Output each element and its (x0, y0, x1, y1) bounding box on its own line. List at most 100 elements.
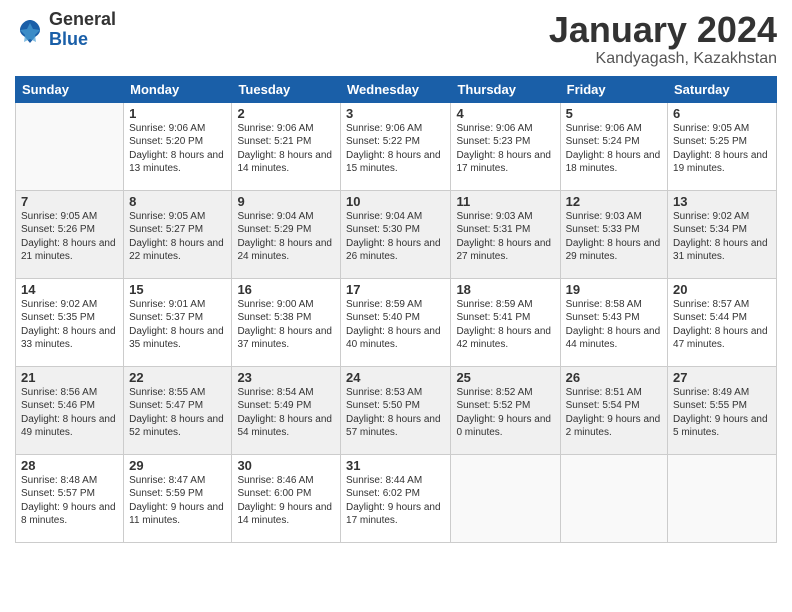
day-number: 19 (566, 282, 662, 297)
day-number: 22 (129, 370, 226, 385)
table-row: 25 Sunrise: 8:52 AM Sunset: 5:52 PM Dayl… (451, 366, 560, 454)
day-info: Sunrise: 8:48 AM Sunset: 5:57 PM Dayligh… (21, 474, 118, 528)
day-info: Sunrise: 8:54 AM Sunset: 5:49 PM Dayligh… (237, 386, 335, 440)
table-row (560, 454, 667, 542)
table-row (668, 454, 777, 542)
logo-blue: Blue (49, 30, 116, 50)
day-info: Sunrise: 9:06 AM Sunset: 5:21 PM Dayligh… (237, 122, 335, 176)
day-info: Sunrise: 8:51 AM Sunset: 5:54 PM Dayligh… (566, 386, 662, 440)
day-info: Sunrise: 9:00 AM Sunset: 5:38 PM Dayligh… (237, 298, 335, 352)
table-row: 21 Sunrise: 8:56 AM Sunset: 5:46 PM Dayl… (16, 366, 124, 454)
day-info: Sunrise: 9:04 AM Sunset: 5:30 PM Dayligh… (346, 210, 445, 264)
day-info: Sunrise: 9:04 AM Sunset: 5:29 PM Dayligh… (237, 210, 335, 264)
day-info: Sunrise: 9:06 AM Sunset: 5:24 PM Dayligh… (566, 122, 662, 176)
calendar-week-row: 14 Sunrise: 9:02 AM Sunset: 5:35 PM Dayl… (16, 278, 777, 366)
table-row: 9 Sunrise: 9:04 AM Sunset: 5:29 PM Dayli… (232, 190, 341, 278)
day-number: 5 (566, 106, 662, 121)
day-number: 3 (346, 106, 445, 121)
day-info: Sunrise: 8:53 AM Sunset: 5:50 PM Dayligh… (346, 386, 445, 440)
table-row: 8 Sunrise: 9:05 AM Sunset: 5:27 PM Dayli… (124, 190, 232, 278)
table-row: 27 Sunrise: 8:49 AM Sunset: 5:55 PM Dayl… (668, 366, 777, 454)
day-number: 28 (21, 458, 118, 473)
table-row: 4 Sunrise: 9:06 AM Sunset: 5:23 PM Dayli… (451, 102, 560, 190)
day-number: 7 (21, 194, 118, 209)
logo: General Blue (15, 10, 116, 50)
calendar-week-row: 28 Sunrise: 8:48 AM Sunset: 5:57 PM Dayl… (16, 454, 777, 542)
header-wednesday: Wednesday (341, 76, 451, 102)
day-number: 8 (129, 194, 226, 209)
day-info: Sunrise: 9:05 AM Sunset: 5:25 PM Dayligh… (673, 122, 771, 176)
day-number: 25 (456, 370, 554, 385)
table-row: 11 Sunrise: 9:03 AM Sunset: 5:31 PM Dayl… (451, 190, 560, 278)
day-info: Sunrise: 8:44 AM Sunset: 6:02 PM Dayligh… (346, 474, 445, 528)
table-row: 1 Sunrise: 9:06 AM Sunset: 5:20 PM Dayli… (124, 102, 232, 190)
day-number: 29 (129, 458, 226, 473)
day-number: 13 (673, 194, 771, 209)
table-row: 16 Sunrise: 9:00 AM Sunset: 5:38 PM Dayl… (232, 278, 341, 366)
day-number: 12 (566, 194, 662, 209)
table-row: 31 Sunrise: 8:44 AM Sunset: 6:02 PM Dayl… (341, 454, 451, 542)
day-info: Sunrise: 8:57 AM Sunset: 5:44 PM Dayligh… (673, 298, 771, 352)
day-number: 4 (456, 106, 554, 121)
table-row: 19 Sunrise: 8:58 AM Sunset: 5:43 PM Dayl… (560, 278, 667, 366)
table-row: 6 Sunrise: 9:05 AM Sunset: 5:25 PM Dayli… (668, 102, 777, 190)
day-info: Sunrise: 8:58 AM Sunset: 5:43 PM Dayligh… (566, 298, 662, 352)
day-info: Sunrise: 8:49 AM Sunset: 5:55 PM Dayligh… (673, 386, 771, 440)
day-number: 17 (346, 282, 445, 297)
calendar-week-row: 1 Sunrise: 9:06 AM Sunset: 5:20 PM Dayli… (16, 102, 777, 190)
day-number: 27 (673, 370, 771, 385)
table-row: 3 Sunrise: 9:06 AM Sunset: 5:22 PM Dayli… (341, 102, 451, 190)
day-number: 23 (237, 370, 335, 385)
day-number: 18 (456, 282, 554, 297)
calendar-table: Sunday Monday Tuesday Wednesday Thursday… (15, 76, 777, 543)
table-row: 23 Sunrise: 8:54 AM Sunset: 5:49 PM Dayl… (232, 366, 341, 454)
day-info: Sunrise: 8:47 AM Sunset: 5:59 PM Dayligh… (129, 474, 226, 528)
day-info: Sunrise: 8:59 AM Sunset: 5:40 PM Dayligh… (346, 298, 445, 352)
header-monday: Monday (124, 76, 232, 102)
day-info: Sunrise: 8:46 AM Sunset: 6:00 PM Dayligh… (237, 474, 335, 528)
day-number: 1 (129, 106, 226, 121)
day-number: 6 (673, 106, 771, 121)
day-number: 14 (21, 282, 118, 297)
table-row: 30 Sunrise: 8:46 AM Sunset: 6:00 PM Dayl… (232, 454, 341, 542)
header: General Blue January 2024 Kandyagash, Ka… (15, 10, 777, 68)
day-number: 10 (346, 194, 445, 209)
day-number: 11 (456, 194, 554, 209)
header-tuesday: Tuesday (232, 76, 341, 102)
table-row: 7 Sunrise: 9:05 AM Sunset: 5:26 PM Dayli… (16, 190, 124, 278)
table-row: 12 Sunrise: 9:03 AM Sunset: 5:33 PM Dayl… (560, 190, 667, 278)
title-section: January 2024 Kandyagash, Kazakhstan (549, 10, 777, 68)
day-info: Sunrise: 8:52 AM Sunset: 5:52 PM Dayligh… (456, 386, 554, 440)
day-info: Sunrise: 9:01 AM Sunset: 5:37 PM Dayligh… (129, 298, 226, 352)
table-row: 13 Sunrise: 9:02 AM Sunset: 5:34 PM Dayl… (668, 190, 777, 278)
table-row: 10 Sunrise: 9:04 AM Sunset: 5:30 PM Dayl… (341, 190, 451, 278)
table-row: 17 Sunrise: 8:59 AM Sunset: 5:40 PM Dayl… (341, 278, 451, 366)
calendar-week-row: 7 Sunrise: 9:05 AM Sunset: 5:26 PM Dayli… (16, 190, 777, 278)
month-title: January 2024 (549, 10, 777, 50)
day-info: Sunrise: 8:56 AM Sunset: 5:46 PM Dayligh… (21, 386, 118, 440)
table-row: 15 Sunrise: 9:01 AM Sunset: 5:37 PM Dayl… (124, 278, 232, 366)
header-thursday: Thursday (451, 76, 560, 102)
table-row: 2 Sunrise: 9:06 AM Sunset: 5:21 PM Dayli… (232, 102, 341, 190)
day-number: 31 (346, 458, 445, 473)
table-row: 22 Sunrise: 8:55 AM Sunset: 5:47 PM Dayl… (124, 366, 232, 454)
day-info: Sunrise: 9:03 AM Sunset: 5:31 PM Dayligh… (456, 210, 554, 264)
day-info: Sunrise: 9:06 AM Sunset: 5:22 PM Dayligh… (346, 122, 445, 176)
day-number: 15 (129, 282, 226, 297)
day-info: Sunrise: 8:55 AM Sunset: 5:47 PM Dayligh… (129, 386, 226, 440)
calendar-week-row: 21 Sunrise: 8:56 AM Sunset: 5:46 PM Dayl… (16, 366, 777, 454)
calendar-header-row: Sunday Monday Tuesday Wednesday Thursday… (16, 76, 777, 102)
day-info: Sunrise: 9:05 AM Sunset: 5:27 PM Dayligh… (129, 210, 226, 264)
logo-icon (15, 15, 45, 45)
table-row: 29 Sunrise: 8:47 AM Sunset: 5:59 PM Dayl… (124, 454, 232, 542)
table-row: 5 Sunrise: 9:06 AM Sunset: 5:24 PM Dayli… (560, 102, 667, 190)
table-row (16, 102, 124, 190)
day-info: Sunrise: 9:02 AM Sunset: 5:35 PM Dayligh… (21, 298, 118, 352)
day-info: Sunrise: 9:02 AM Sunset: 5:34 PM Dayligh… (673, 210, 771, 264)
logo-general: General (49, 10, 116, 30)
header-saturday: Saturday (668, 76, 777, 102)
header-sunday: Sunday (16, 76, 124, 102)
header-friday: Friday (560, 76, 667, 102)
logo-text: General Blue (49, 10, 116, 50)
day-info: Sunrise: 8:59 AM Sunset: 5:41 PM Dayligh… (456, 298, 554, 352)
